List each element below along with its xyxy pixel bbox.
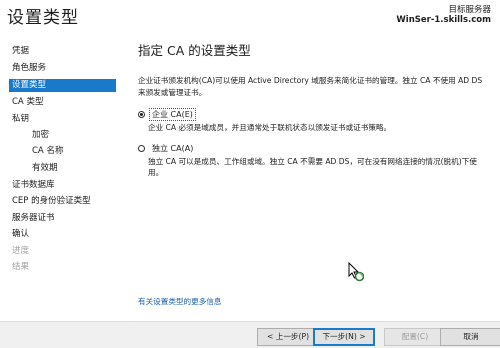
standalone-ca-radio[interactable] <box>138 145 145 152</box>
intro-text: 企业证书颁发机构(CA)可以使用 Active Directory 域服务来简化… <box>138 76 483 97</box>
enterprise-ca-description: 企业 CA 必须是域成员，并且通常处于联机状态以颁发证书或证书策略。 <box>148 123 392 132</box>
title-bar: 设置类型 目标服务器 WinSer-1.skills.com <box>0 0 500 38</box>
sidebar-item-cryptography[interactable]: 加密 <box>32 129 49 142</box>
sidebar-item-certificate-database[interactable]: 证书数据库 <box>12 179 55 192</box>
sidebar-item-ca-name[interactable]: CA 名称 <box>32 145 63 158</box>
sidebar-item-results: 结果 <box>12 262 30 272</box>
target-server-name: WinSer-1.skills.com <box>396 15 491 25</box>
sidebar-item-setup-type[interactable]: 设置类型 <box>9 79 116 92</box>
page-title: 设置类型 <box>7 8 79 28</box>
sidebar-item-progress: 进度 <box>12 246 30 256</box>
section-heading: 指定 CA 的设置类型 <box>138 43 251 58</box>
sidebar-item-private-key[interactable]: 私钥 <box>12 113 29 126</box>
more-info-link[interactable]: 有关设置类型的更多信息 <box>138 296 222 307</box>
sidebar-item-cep-auth-type[interactable]: CEP 的身份验证类型 <box>12 195 91 208</box>
sidebar-item-validity-period[interactable]: 有效期 <box>32 162 58 175</box>
next-button[interactable]: 下一步(N) > <box>313 328 375 346</box>
standalone-ca-label[interactable]: 独立 CA(A) <box>150 143 195 154</box>
sidebar-item-role-services[interactable]: 角色服务 <box>12 62 46 75</box>
sidebar-item-confirmation[interactable]: 确认 <box>12 228 29 241</box>
configure-button: 配置(C) <box>384 328 446 346</box>
previous-button[interactable]: < 上一步(P) <box>257 328 319 346</box>
sidebar-item-server-certificate[interactable]: 服务器证书 <box>12 212 55 225</box>
cancel-button[interactable]: 取消 <box>440 328 500 346</box>
busy-arrow-cursor-icon <box>348 262 364 282</box>
standalone-ca-description: 独立 CA 可以是成员、工作组或域。独立 CA 不需要 AD DS，可在没有网络… <box>148 157 477 177</box>
enterprise-ca-option[interactable]: 企业 CA(E) <box>138 108 196 121</box>
standalone-ca-option[interactable]: 独立 CA(A) <box>138 143 195 154</box>
sidebar-item-ca-type[interactable]: CA 类型 <box>12 96 43 109</box>
enterprise-ca-label[interactable]: 企业 CA(E) <box>149 108 196 121</box>
target-server-label: 目标服务器 <box>448 5 491 15</box>
sidebar-item-credentials[interactable]: 凭据 <box>12 45 29 58</box>
enterprise-ca-radio[interactable] <box>138 111 145 118</box>
